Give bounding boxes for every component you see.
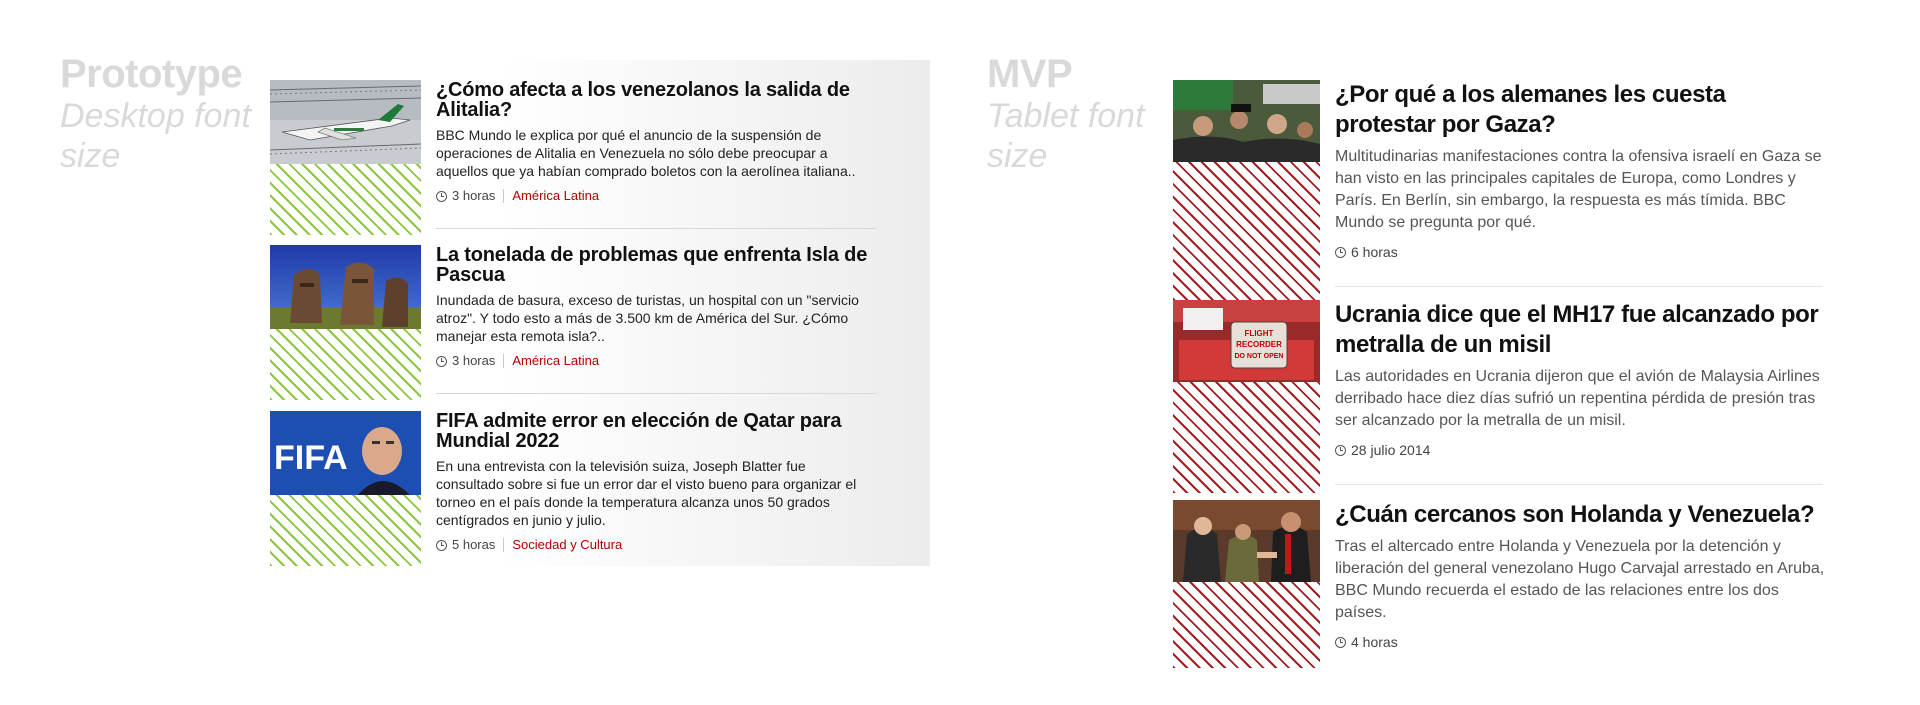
news-item[interactable]: ¿Cómo afecta a los venezolanos la salida… [270,80,930,235]
news-item[interactable]: ¿Cuán cercanos son Holanda y Venezuela? … [1173,500,1825,668]
meta: 3 horas América Latina [436,353,876,369]
thumbnail-hatch [1173,80,1320,300]
thumbnail-hatch: FLIGHT RECORDER DO NOT OPEN [1173,300,1320,493]
news-text: ¿Cuán cercanos son Holanda y Venezuela? … [1335,500,1825,650]
prototype-news-panel: ¿Cómo afecta a los venezolanos la salida… [270,60,930,566]
prototype-label: Prototype Desktop font size [60,54,260,176]
category-link[interactable]: América Latina [512,353,599,369]
summary: BBC Mundo le explica por qué el anuncio … [436,127,856,179]
clock-icon [1335,246,1346,258]
meta: 6 horas [1335,244,1825,260]
thumbnail-hatch: FIFA [270,411,421,566]
category-link[interactable]: Sociedad y Cultura [512,537,622,553]
meta: 4 horas [1335,634,1825,650]
fifa-photo[interactable]: FIFA [270,411,421,495]
item-divider [1335,286,1823,287]
moai-photo[interactable] [270,245,421,329]
handshake-photo[interactable] [1173,500,1320,582]
headline-link[interactable]: ¿Por qué a los alemanes les cuesta prote… [1335,80,1825,140]
mvp-title: MVP [987,52,1073,96]
headline-link[interactable]: ¿Cuán cercanos son Holanda y Venezuela? [1335,500,1825,530]
headline-link[interactable]: Ucrania dice que el MH17 fue alcanzado p… [1335,300,1825,360]
headline-link[interactable]: FIFA admite error en elección de Qatar p… [436,411,876,451]
recorder-label-3: DO NOT OPEN [1234,353,1283,360]
timestamp: 4 horas [1351,634,1398,650]
summary: Multitudinarias manifestaciones contra l… [1335,148,1822,231]
news-item[interactable]: FIFA FIFA admite error en elección de Qa… [270,411,930,566]
news-text: Ucrania dice que el MH17 fue alcanzado p… [1335,300,1825,458]
item-divider [1335,484,1823,485]
timestamp: 28 julio 2014 [1351,442,1431,458]
fifa-logo-text: FIFA [274,439,348,477]
meta: 28 julio 2014 [1335,442,1825,458]
airplane-photo[interactable] [270,80,421,164]
timestamp: 6 horas [1351,244,1398,260]
summary: Tras el altercado entre Holanda y Venezu… [1335,538,1825,621]
headline-link[interactable]: ¿Cómo afecta a los venezolanos la salida… [436,80,876,120]
summary: En una entrevista con la televisión suiz… [436,458,857,528]
news-item[interactable]: FLIGHT RECORDER DO NOT OPEN Ucrania dice… [1173,300,1823,493]
news-item[interactable]: ¿Por qué a los alemanes les cuesta prote… [1173,80,1823,300]
flight-recorder-photo[interactable]: FLIGHT RECORDER DO NOT OPEN [1173,300,1320,382]
thumbnail-hatch [270,80,421,235]
meta: 5 horas Sociedad y Cultura [436,537,876,553]
clock-icon [1335,636,1346,648]
thumbnail-hatch [1173,500,1320,668]
mvp-subtitle: Tablet font size [987,97,1145,175]
summary: Las autoridades en Ucrania dijeron que e… [1335,368,1820,429]
news-text: FIFA admite error en elección de Qatar p… [436,411,876,553]
summary: Inundada de basura, exceso de turistas, … [436,292,859,344]
category-link[interactable]: América Latina [512,188,599,204]
clock-icon [436,355,447,367]
headline-link[interactable]: La tonelada de problemas que enfrenta Is… [436,245,876,285]
meta: 3 horas América Latina [436,188,876,204]
mvp-label: MVP Tablet font size [987,54,1147,176]
thumbnail-hatch [270,245,421,400]
prototype-title: Prototype [60,52,243,96]
news-text: ¿Por qué a los alemanes les cuesta prote… [1335,80,1825,260]
news-item[interactable]: La tonelada de problemas que enfrenta Is… [270,245,930,400]
timestamp: 3 horas [452,353,496,368]
meta-divider [503,538,505,552]
item-divider [436,228,876,229]
clock-icon [1335,444,1346,456]
prototype-subtitle: Desktop font size [60,97,251,175]
item-divider [436,393,876,394]
timestamp: 5 horas [452,537,496,552]
clock-icon [436,539,447,551]
clock-icon [436,190,447,202]
timestamp: 3 horas [452,188,496,203]
recorder-label-2: RECORDER [1236,340,1282,349]
news-text: ¿Cómo afecta a los venezolanos la salida… [436,80,876,204]
recorder-label-1: FLIGHT [1245,329,1274,338]
protest-photo[interactable] [1173,80,1320,162]
news-text: La tonelada de problemas que enfrenta Is… [436,245,876,369]
meta-divider [503,189,505,203]
meta-divider [503,354,505,368]
